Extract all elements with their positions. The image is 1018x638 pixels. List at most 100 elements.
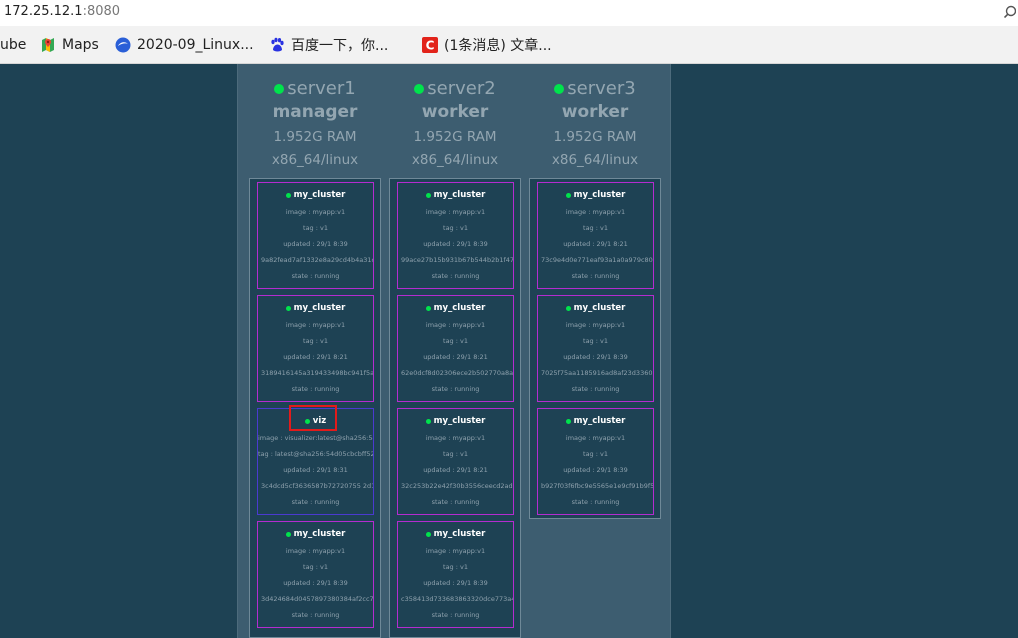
zoom-icon[interactable]: [1003, 4, 1017, 22]
task-tag: tag : v1: [443, 450, 468, 458]
bookmark-label: 2020-09_Linux...: [137, 37, 254, 53]
task-state: state : running: [571, 498, 620, 506]
baidu-paw-icon: [269, 37, 285, 53]
task-updated: updated : 29/1 8:39: [563, 353, 628, 361]
task-id: 62e0dcf8d02306ece2b502770a8a92: [401, 369, 514, 377]
task-title: my_cluster: [258, 303, 373, 313]
task-state: state : running: [571, 385, 620, 393]
viz-task-card[interactable]: viz image : visualizer:latest@sha256:54c t…: [257, 408, 374, 515]
status-dot-icon: [425, 531, 431, 537]
bookmark-maps[interactable]: Maps: [40, 36, 99, 54]
svg-text:C: C: [426, 39, 435, 53]
task-name: my_cluster: [433, 303, 486, 313]
node-name: server2: [389, 78, 521, 99]
node-name-label: server2: [427, 78, 496, 99]
status-dot-icon: [414, 83, 425, 94]
task-updated: updated : 29/1 8:39: [283, 240, 348, 248]
task-name: my_cluster: [433, 416, 486, 426]
node-ram: 1.952G RAM: [413, 129, 497, 145]
task-image: image : myapp:v1: [425, 208, 486, 216]
task-updated: updated : 29/1 8:21: [423, 353, 488, 361]
task-card[interactable]: my_cluster image : myapp:v1 tag : v1 update…: [257, 295, 374, 402]
task-image: image : myapp:v1: [285, 321, 346, 329]
container-list: my_cluster image : myapp:v1 tag : v1 update…: [529, 178, 661, 519]
task-card[interactable]: my_cluster image : myapp:v1 tag : v1 update…: [257, 182, 374, 289]
globe-icon: [115, 37, 131, 53]
status-dot-icon: [274, 83, 285, 94]
node-os: x86_64/linux: [551, 152, 639, 168]
task-title: my_cluster: [538, 190, 653, 200]
task-state: state : running: [291, 272, 340, 280]
task-image: image : myapp:v1: [285, 208, 346, 216]
task-state: state : running: [431, 611, 480, 619]
task-updated: updated : 29/1 8:39: [563, 466, 628, 474]
task-name: my_cluster: [433, 529, 486, 539]
node-role: worker: [421, 102, 489, 122]
bookmark-csdn[interactable]: C (1条消息) 文章...: [422, 36, 552, 54]
task-id: 3d424684d0457897380384af2cc7a8: [261, 595, 374, 603]
task-tag: tag : v1: [443, 337, 468, 345]
status-dot-icon: [565, 305, 571, 311]
task-tag: tag : v1: [443, 224, 468, 232]
task-name: my_cluster: [293, 529, 346, 539]
bookmark-baidu[interactable]: 百度一下，你...: [269, 36, 388, 54]
node-os: x86_64/linux: [271, 152, 359, 168]
task-id: 32c253b22e42f30b3556ceecd2adb1: [401, 482, 514, 490]
task-updated: updated : 29/1 8:39: [423, 579, 488, 587]
task-state: state : running: [431, 498, 480, 506]
task-title: my_cluster: [398, 529, 513, 539]
task-name: my_cluster: [573, 190, 626, 200]
container-list: my_cluster image : myapp:v1 tag : v1 update…: [389, 178, 521, 638]
task-id: c358413d733683863320dce773a41f: [401, 595, 514, 603]
node-name: server3: [529, 78, 661, 99]
task-title: my_cluster: [258, 529, 373, 539]
task-id: 3c4dcd5cf3636587b72720755 2d17e: [261, 482, 374, 490]
task-name: viz: [312, 416, 327, 426]
bookmark-label: 百度一下，你...: [291, 38, 389, 54]
task-card[interactable]: my_clusterimage : myapp:v1 tag : v1 update…: [397, 521, 514, 628]
url-text[interactable]: 172.25.12.1:8080: [4, 4, 120, 19]
task-card[interactable]: my_clusterimage : myapp:v1 tag : v1 update…: [397, 408, 514, 515]
node-role: worker: [561, 102, 629, 122]
bookmark-youtube[interactable]: ube: [0, 36, 26, 54]
task-name: my_cluster: [573, 416, 626, 426]
task-card[interactable]: my_cluster image : myapp:v1 tag : v1 update…: [537, 408, 654, 515]
task-id: 99ace27b15b931b67b544b2b1f47c5: [401, 256, 514, 264]
node-name: server1: [249, 78, 381, 99]
maps-icon: [40, 37, 56, 53]
task-card[interactable]: my_cluster image : myapp:v1 tag : v1 update…: [397, 182, 514, 289]
task-card[interactable]: my_cluster image : myapp:v1 tag : v1 update…: [537, 295, 654, 402]
address-bar[interactable]: 172.25.12.1:8080: [0, 0, 1018, 26]
url-host: 172.25.12.1: [4, 4, 83, 19]
task-title: my_cluster: [538, 303, 653, 313]
task-title: my_cluster: [538, 416, 653, 426]
task-state: state : running: [291, 385, 340, 393]
task-updated: updated : 29/1 8:21: [423, 466, 488, 474]
node-ram: 1.952G RAM: [273, 129, 357, 145]
task-card[interactable]: my_cluster image : myapp:v1 tag : v1 update…: [397, 295, 514, 402]
task-state: state : running: [431, 385, 480, 393]
status-dot-icon: [285, 192, 291, 198]
task-card[interactable]: my_cluster image : myapp:v1 tag : v1 update…: [257, 521, 374, 628]
status-dot-icon: [425, 305, 431, 311]
task-state: state : running: [291, 498, 340, 506]
status-dot-icon: [425, 192, 431, 198]
bookmarks-bar: ube Maps 2020-09_Linux... 百度一下，你... C (1…: [0, 26, 1018, 64]
status-dot-icon: [565, 418, 571, 424]
task-state: state : running: [571, 272, 620, 280]
status-dot-icon: [304, 418, 310, 424]
task-id: 3189416145a319433498bc941f5a9c: [261, 369, 374, 377]
node-ram: 1.952G RAM: [553, 129, 637, 145]
task-updated: updated : 29/1 8:39: [283, 579, 348, 587]
task-card[interactable]: my_cluster image : myapp:v1 tag : v1 update…: [537, 182, 654, 289]
swarm-visualizer: server1 manager 1.952G RAM x86_64/linux my_c…: [237, 64, 671, 638]
task-image: image : myapp:v1: [425, 434, 486, 442]
task-image: image : myapp:v1: [425, 547, 486, 555]
container-list: my_cluster image : myapp:v1 tag : v1 update…: [249, 178, 381, 638]
task-image: image : myapp:v1: [565, 434, 626, 442]
task-tag: tag : v1: [443, 563, 468, 571]
bookmark-label: (1条消息) 文章...: [444, 38, 552, 54]
bookmark-linux-notes[interactable]: 2020-09_Linux...: [115, 36, 254, 54]
task-id: 9a82fead7af1332e8a29cd4b4a31c8f: [261, 256, 374, 264]
task-image: image : myapp:v1: [565, 321, 626, 329]
